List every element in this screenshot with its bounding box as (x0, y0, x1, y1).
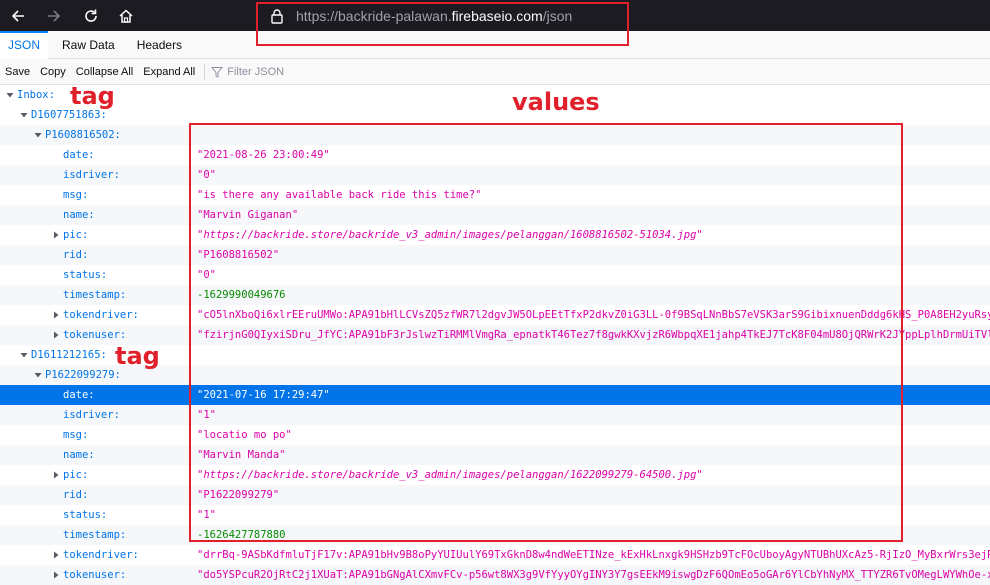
tree-value: "drrBq-9ASbKdfmluTjF17v:APA91bHv9B8oPyYU… (197, 549, 990, 561)
tree-key: Inbox: (17, 89, 55, 101)
chevron-down-icon[interactable] (33, 130, 43, 140)
toolbar-divider (204, 63, 206, 80)
tag-annotation-label: tag (70, 82, 115, 110)
values-annotation-box (189, 123, 903, 542)
tree-key: tokendriver: (63, 549, 139, 561)
tree-key: pic: (63, 229, 89, 241)
filter-icon (211, 66, 224, 78)
expand-all-button[interactable]: Expand All (138, 66, 200, 78)
copy-button[interactable]: Copy (35, 66, 71, 78)
tree-key: P1622099279: (45, 369, 121, 381)
tree-key: name: (63, 449, 95, 461)
collapse-all-button[interactable]: Collapse All (71, 66, 138, 78)
tree-row[interactable]: D1607751863: (0, 105, 990, 125)
tree-key: status: (63, 509, 108, 521)
forward-arrow-icon (48, 9, 61, 22)
chevron-right-icon[interactable] (51, 230, 61, 240)
chevron-down-icon[interactable] (19, 350, 29, 360)
back-button[interactable] (3, 0, 33, 31)
chevron-right-icon[interactable] (51, 570, 61, 580)
tree-key: isdriver: (63, 169, 120, 181)
tab-headers[interactable]: Headers (123, 31, 190, 59)
reload-icon (85, 9, 97, 22)
json-toolbar: Save Copy Collapse All Expand All Filter… (0, 59, 990, 85)
tree-key: rid: (63, 249, 89, 261)
tree-key: tokenuser: (63, 329, 127, 341)
tree-key: P1608816502: (45, 129, 121, 141)
tab-raw-data[interactable]: Raw Data (48, 31, 123, 59)
tree-key: timestamp: (63, 289, 127, 301)
chevron-down-icon[interactable] (33, 370, 43, 380)
tree-key: msg: (63, 189, 89, 201)
tree-key: pic: (63, 469, 89, 481)
home-icon (119, 8, 133, 23)
url-annotation-box (256, 2, 629, 46)
back-arrow-icon (11, 9, 24, 22)
filter-input[interactable]: Filter JSON (211, 66, 284, 78)
tree-key: date: (63, 149, 95, 161)
tree-key: tokendriver: (63, 309, 139, 321)
chevron-right-icon[interactable] (51, 470, 61, 480)
reload-button[interactable] (76, 0, 106, 31)
chevron-down-icon[interactable] (5, 90, 15, 100)
tree-row[interactable]: tokendriver: "drrBq-9ASbKdfmluTjF17v:APA9… (0, 545, 990, 565)
tree-key: D1611212165: (31, 349, 107, 361)
tree-key: status: (63, 269, 108, 281)
tree-key: rid: (63, 489, 89, 501)
tree-key: tokenuser: (63, 569, 127, 581)
forward-button[interactable] (39, 0, 69, 31)
tree-key: isdriver: (63, 409, 120, 421)
tree-key: name: (63, 209, 95, 221)
tree-key: date: (63, 389, 95, 401)
tree-key: D1607751863: (31, 109, 107, 121)
tree-row[interactable]: Inbox: (0, 85, 990, 105)
chevron-right-icon[interactable] (51, 550, 61, 560)
chevron-down-icon[interactable] (19, 110, 29, 120)
filter-placeholder: Filter JSON (227, 65, 285, 78)
tree-value: "do5YSPcuR2OjRtC2j1XUaT:APA91bGNgAlCXmvF… (197, 569, 990, 581)
chevron-right-icon[interactable] (51, 310, 61, 320)
save-button[interactable]: Save (0, 66, 35, 78)
chevron-right-icon[interactable] (51, 330, 61, 340)
tag-annotation-label: tag (115, 342, 160, 370)
tree-key: msg: (63, 429, 89, 441)
tab-json[interactable]: JSON (0, 31, 49, 59)
tree-row[interactable]: tokenuser: "do5YSPcuR2OjRtC2j1XUaT:APA91b… (0, 565, 990, 585)
values-annotation-label: values (512, 88, 600, 116)
home-button[interactable] (111, 0, 141, 31)
tree-key: timestamp: (63, 529, 127, 541)
